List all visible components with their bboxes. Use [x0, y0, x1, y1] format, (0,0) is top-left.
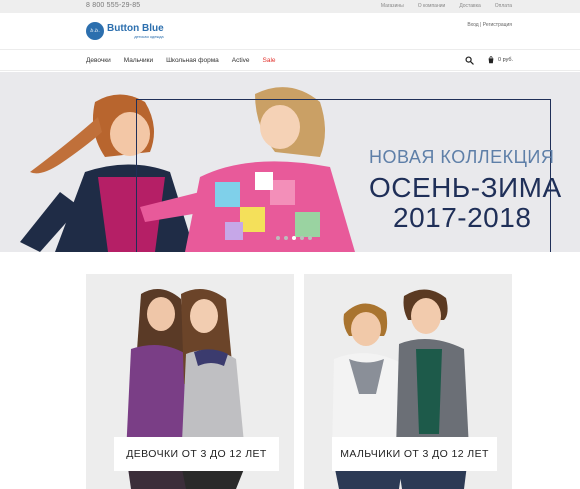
search-icon[interactable] [465, 56, 474, 65]
top-bar: 8 800 555-29-85 Магазины О компании Дост… [0, 0, 580, 13]
logo-title: Button Blue [107, 22, 164, 34]
main-nav: Девочки Мальчики Школьная форма Active S… [0, 51, 580, 71]
category-label-girls[interactable]: ДЕВОЧКИ ОТ 3 ДО 12 ЛЕТ [114, 437, 279, 471]
nav-item-school-uniform[interactable]: Школьная форма [166, 57, 219, 64]
cart-button[interactable]: 0 руб. [487, 56, 513, 64]
slider-dot-4[interactable] [300, 236, 304, 240]
slider-dot-5[interactable] [308, 236, 312, 240]
category-label-boys[interactable]: МАЛЬЧИКИ ОТ 3 ДО 12 ЛЕТ [332, 437, 497, 471]
category-label-boys-text: МАЛЬЧИКИ ОТ 3 ДО 12 ЛЕТ [340, 448, 489, 460]
hero-title-line-3: 2017-2018 [393, 202, 532, 233]
top-link-delivery[interactable]: Доставка [459, 3, 480, 9]
category-label-girls-text: ДЕВОЧКИ ОТ 3 ДО 12 ЛЕТ [126, 448, 267, 460]
cart-icon [488, 56, 494, 64]
cart-amount: 0 руб. [498, 57, 514, 63]
slider-dot-1[interactable] [276, 236, 280, 240]
login-register-link[interactable]: Вход | Регистрация [467, 22, 512, 28]
site-header: b.b. Button Blue детская одежда Вход | Р… [0, 13, 580, 50]
slider-dots [276, 236, 312, 240]
hero-banner[interactable]: НОВАЯ КОЛЛЕКЦИЯ ОСЕНЬ-ЗИМА 2017-2018 [0, 72, 580, 252]
slider-dot-3[interactable] [292, 236, 296, 240]
nav-item-active[interactable]: Active [232, 57, 250, 64]
nav-menu: Девочки Мальчики Школьная форма Active S… [86, 57, 276, 64]
logo[interactable]: b.b. Button Blue детская одежда [86, 22, 164, 40]
category-card-girls[interactable]: ДЕВОЧКИ ОТ 3 ДО 12 ЛЕТ [86, 274, 294, 489]
logo-mark-text: b.b. [90, 28, 100, 34]
nav-item-sale[interactable]: Sale [263, 57, 276, 64]
nav-item-girls[interactable]: Девочки [86, 57, 111, 64]
top-link-payment[interactable]: Оплата [495, 3, 512, 9]
top-link-stores[interactable]: Магазины [381, 3, 404, 9]
category-card-boys[interactable]: МАЛЬЧИКИ ОТ 3 ДО 12 ЛЕТ [304, 274, 512, 489]
phone-number[interactable]: 8 800 555-29-85 [86, 2, 140, 9]
top-link-about[interactable]: О компании [418, 3, 446, 9]
top-links: Магазины О компании Доставка Оплата [381, 3, 512, 9]
logo-subtitle: детская одежда [134, 33, 164, 39]
slider-dot-2[interactable] [284, 236, 288, 240]
hero-title-line-2: ОСЕНЬ-ЗИМА [369, 172, 562, 203]
hero-title-line-1: НОВАЯ КОЛЛЕКЦИЯ [369, 147, 555, 167]
nav-item-boys[interactable]: Мальчики [124, 57, 153, 64]
logo-mark: b.b. [86, 22, 104, 40]
